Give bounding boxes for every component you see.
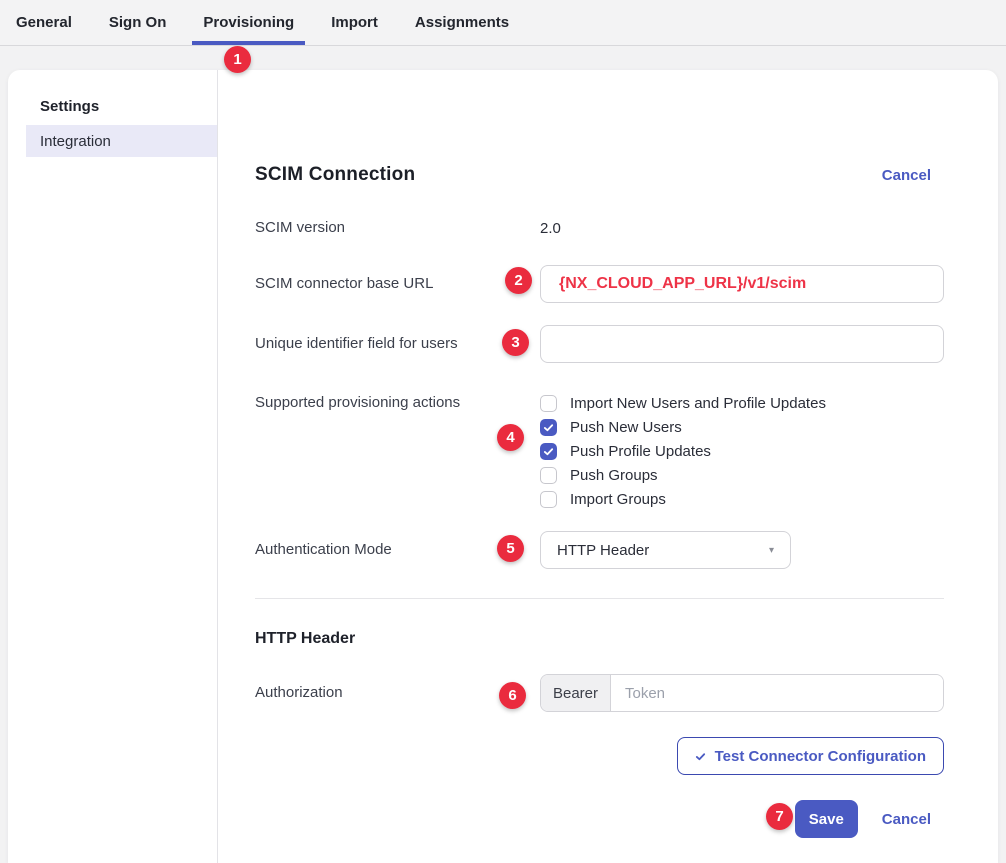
tab-label: Provisioning	[203, 14, 294, 31]
tab-label: Sign On	[109, 14, 167, 31]
authorization-input-group: Bearer	[540, 674, 944, 712]
auth-mode-select[interactable]: HTTP Header ▾	[540, 531, 791, 569]
content-card: Settings Integration SCIM Connection Can…	[8, 70, 998, 863]
provisioning-actions-label: Supported provisioning actions	[255, 391, 540, 511]
chevron-down-icon: ▾	[769, 545, 774, 556]
tab-assignments[interactable]: Assignments	[415, 0, 509, 45]
scim-version-label: SCIM version	[255, 218, 540, 238]
token-input[interactable]	[611, 675, 943, 711]
checkbox-row-push-profile-updates[interactable]: Push Profile Updates	[540, 439, 944, 463]
active-tab-underline	[192, 41, 305, 45]
test-button-label: Test Connector Configuration	[715, 748, 926, 765]
annotation-badge-6: 6	[499, 682, 526, 709]
scim-connection-panel: SCIM Connection Cancel SCIM version 2.0 …	[218, 70, 998, 863]
checkbox-label: Import Groups	[570, 491, 666, 508]
tab-label: Assignments	[415, 14, 509, 31]
annotation-badge-1: 1	[224, 46, 251, 73]
tab-label: Import	[331, 14, 378, 31]
annotation-badge-2: 2	[505, 267, 532, 294]
tab-general[interactable]: General	[16, 0, 72, 45]
check-icon	[695, 751, 706, 762]
page-title: SCIM Connection	[255, 164, 415, 186]
tab-sign-on[interactable]: Sign On	[109, 0, 167, 45]
base-url-label: SCIM connector base URL	[255, 274, 540, 294]
auth-mode-selected-value: HTTP Header	[557, 542, 649, 559]
cancel-link-bottom[interactable]: Cancel	[882, 811, 931, 828]
provisioning-actions-group: Import New Users and Profile Updates Pus…	[540, 391, 944, 511]
settings-sidebar: Settings Integration	[8, 70, 218, 863]
unique-identifier-label: Unique identifier field for users	[255, 334, 540, 354]
annotation-badge-4: 4	[497, 424, 524, 451]
checkbox-label: Import New Users and Profile Updates	[570, 395, 826, 412]
authorization-label: Authorization	[255, 683, 540, 703]
checkbox-import-groups[interactable]	[540, 491, 557, 508]
bearer-prefix: Bearer	[541, 675, 611, 711]
scim-version-value: 2.0	[540, 220, 944, 237]
save-button[interactable]: Save	[795, 800, 858, 838]
checkbox-row-push-new-users[interactable]: Push New Users	[540, 415, 944, 439]
checkbox-row-import-new-users[interactable]: Import New Users and Profile Updates	[540, 391, 944, 415]
checkbox-push-new-users[interactable]	[540, 419, 557, 436]
checkbox-label: Push Groups	[570, 467, 658, 484]
tab-label: General	[16, 14, 72, 31]
sidebar-item-integration[interactable]: Integration	[26, 125, 217, 157]
checkbox-import-new-users[interactable]	[540, 395, 557, 412]
app-tab-bar: General Sign On Provisioning Import Assi…	[0, 0, 1006, 46]
checkbox-push-profile-updates[interactable]	[540, 443, 557, 460]
checkbox-row-push-groups[interactable]: Push Groups	[540, 463, 944, 487]
section-divider	[255, 598, 944, 599]
annotation-badge-3: 3	[502, 329, 529, 356]
cancel-link-top[interactable]: Cancel	[882, 167, 931, 184]
tab-provisioning[interactable]: Provisioning	[203, 0, 294, 45]
checkbox-label: Push New Users	[570, 419, 682, 436]
annotation-badge-7: 7	[766, 803, 793, 830]
base-url-input[interactable]	[540, 265, 944, 303]
http-header-section-heading: HTTP Header	[255, 630, 944, 650]
checkbox-push-groups[interactable]	[540, 467, 557, 484]
annotation-badge-5: 5	[497, 535, 524, 562]
unique-identifier-input[interactable]	[540, 325, 944, 363]
test-connector-configuration-button[interactable]: Test Connector Configuration	[677, 737, 944, 775]
tab-import[interactable]: Import	[331, 0, 378, 45]
sidebar-heading: Settings	[40, 98, 217, 118]
checkbox-label: Push Profile Updates	[570, 443, 711, 460]
checkbox-row-import-groups[interactable]: Import Groups	[540, 487, 944, 511]
